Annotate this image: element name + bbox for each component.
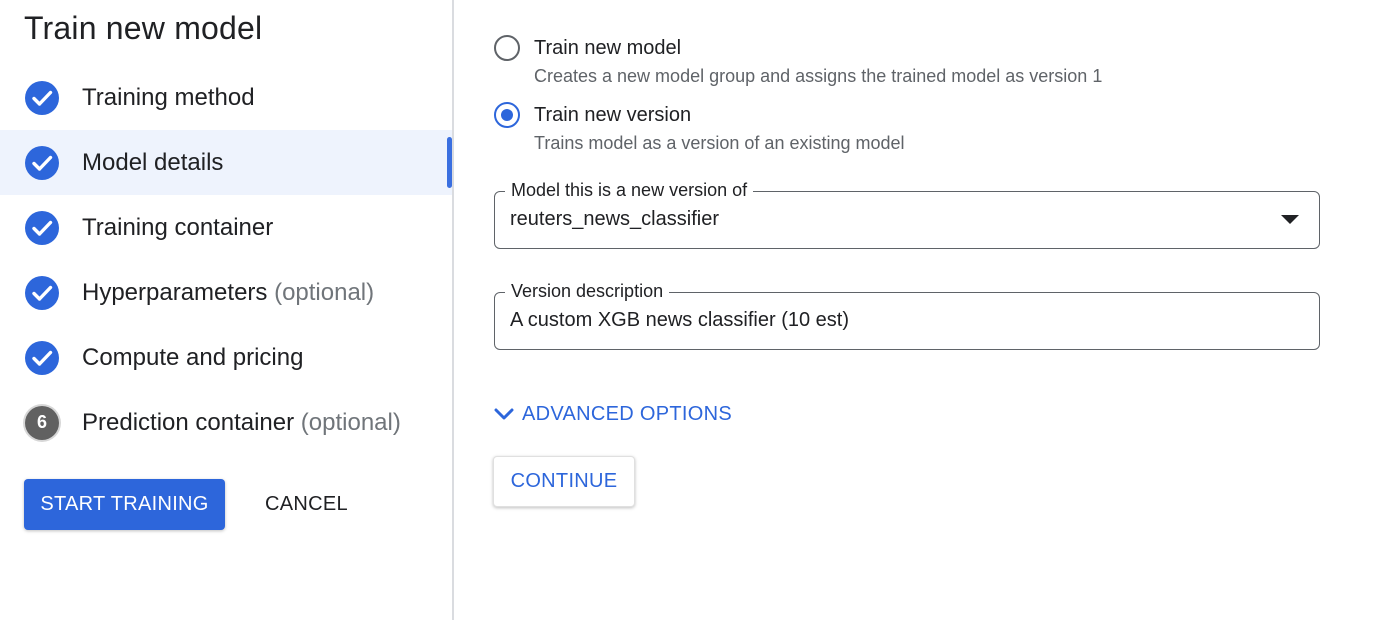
- radio-text: Train new model Creates a new model grou…: [534, 34, 1102, 90]
- radio-description: Trains model as a version of an existing…: [534, 133, 905, 153]
- chevron-down-icon: [494, 408, 514, 420]
- advanced-options-toggle[interactable]: ADVANCED OPTIONS: [492, 402, 732, 426]
- version-description-field[interactable]: Version description A custom XGB news cl…: [494, 280, 1320, 350]
- step-number: 6: [25, 405, 59, 440]
- radio-label: Train new version: [534, 104, 692, 126]
- model-select-value[interactable]: reuters_news_classifier: [510, 206, 719, 232]
- model-select-field[interactable]: Model this is a new version of reuters_n…: [494, 179, 1320, 249]
- radio-train-new-version[interactable]: Train new version Trains model as a vers…: [494, 101, 905, 157]
- step-number-badge: 6: [24, 405, 60, 441]
- step-label: Hyperparameters (optional): [82, 278, 375, 306]
- optional-tag: (optional): [300, 408, 401, 436]
- radio-button-checked[interactable]: [494, 102, 520, 128]
- cancel-button[interactable]: CANCEL: [253, 479, 360, 530]
- dropdown-arrow-icon[interactable]: [1281, 215, 1299, 224]
- page-title: Train new model: [24, 10, 263, 46]
- model-details-form: Train new model Creates a new model grou…: [456, 0, 1400, 620]
- check-circle-icon: [24, 145, 60, 181]
- check-circle-icon: [24, 210, 60, 246]
- step-model-details[interactable]: Model details: [0, 130, 452, 195]
- step-label: Training method: [82, 83, 255, 111]
- step-training-container[interactable]: Training container: [0, 195, 452, 260]
- model-select-label: Model this is a new version of: [505, 179, 754, 201]
- step-training-method[interactable]: Training method: [0, 65, 452, 130]
- action-row: START TRAINING CANCEL: [24, 479, 360, 530]
- step-prediction-container[interactable]: 6 Prediction container (optional): [0, 390, 452, 455]
- continue-button[interactable]: CONTINUE: [493, 456, 635, 507]
- train-model-dialog: Train new model Training method Model de…: [0, 0, 1400, 620]
- step-label: Compute and pricing: [82, 343, 304, 371]
- check-circle-icon: [24, 275, 60, 311]
- version-description-input[interactable]: A custom XGB news classifier (10 est): [510, 307, 849, 333]
- start-training-button[interactable]: START TRAINING: [24, 479, 225, 530]
- version-description-label: Version description: [505, 280, 670, 302]
- radio-description: Creates a new model group and assigns th…: [534, 66, 1103, 86]
- radio-text: Train new version Trains model as a vers…: [534, 101, 905, 157]
- stepper-panel: Train new model Training method Model de…: [0, 0, 454, 620]
- check-circle-icon: [24, 340, 60, 376]
- step-compute-and-pricing[interactable]: Compute and pricing: [0, 325, 452, 390]
- step-label: Model details: [82, 148, 224, 176]
- radio-button-unchecked[interactable]: [494, 35, 520, 61]
- step-list: Training method Model details Training c…: [0, 65, 452, 455]
- advanced-options-label: ADVANCED OPTIONS: [522, 402, 733, 425]
- step-label: Prediction container (optional): [82, 408, 401, 436]
- optional-tag: (optional): [274, 278, 375, 306]
- radio-label: Train new model: [534, 37, 682, 59]
- radio-train-new-model[interactable]: Train new model Creates a new model grou…: [494, 34, 1102, 90]
- step-label: Training container: [82, 213, 274, 241]
- check-circle-icon: [24, 80, 60, 116]
- step-hyperparameters[interactable]: Hyperparameters (optional): [0, 260, 452, 325]
